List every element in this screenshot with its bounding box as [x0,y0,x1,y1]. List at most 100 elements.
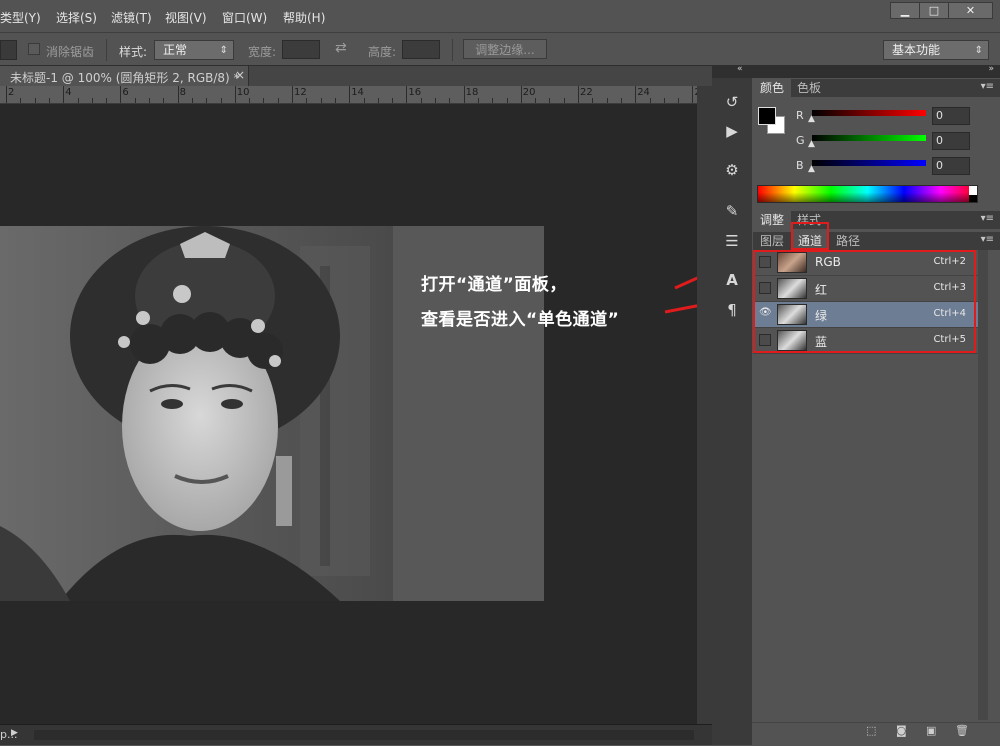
minimize-button[interactable]: ▁ [890,2,920,19]
character-icon[interactable]: A [722,270,742,290]
ruler-tick [234,86,236,103]
play-action-icon[interactable]: ▶ [722,121,742,141]
ruler-minor-tick [34,98,36,103]
menu-type[interactable]: 类型(Y) [0,9,41,26]
ruler-tick-label: 18 [465,87,479,98]
tab-layers[interactable]: 图层 [753,232,791,250]
horizontal-scrollbar[interactable] [34,730,694,740]
tab-adjustments[interactable]: 调整 [753,211,792,229]
width-label: 宽度: [248,45,277,59]
ruler-minor-tick [48,98,50,103]
style-value: 正常 [163,43,188,57]
menu-filter[interactable]: 滤镜(T) [111,9,152,26]
panel-menu-icon[interactable]: ▾≡ [981,81,994,92]
ruler-tick-label: 20 [522,87,536,98]
ruler-tick [63,86,65,103]
slider-handle-icon[interactable]: ▲ [808,114,815,124]
antialias-label: 消除锯齿 [46,45,95,59]
tab-close-icon[interactable]: × [235,68,245,82]
ruler-minor-tick [535,98,537,103]
maximize-button[interactable]: □ [919,2,949,19]
history-icon[interactable]: ↺ [722,92,742,112]
panels-header: » [752,64,1000,78]
load-selection-icon[interactable]: ⬚ [866,724,876,737]
tab-swatches[interactable]: 色板 [790,79,828,97]
color-channel-label: B [796,159,804,172]
menu-view[interactable]: 视图(V) [165,9,207,26]
color-channel-label: G [796,134,805,147]
ruler-minor-tick [206,98,208,103]
brush-icon[interactable]: ✎ [722,201,742,221]
slider-handle-icon[interactable]: ▲ [808,164,815,174]
ruler-tick-label: 16 [408,87,422,98]
ruler-minor-tick [606,98,608,103]
tab-paths[interactable]: 路径 [829,232,867,250]
ruler-minor-tick [191,98,193,103]
close-window-button[interactable]: ✕ [948,2,993,19]
tab-color[interactable]: 颜色 [753,79,792,97]
antialias-checkbox[interactable] [28,43,40,55]
color-channel-value[interactable]: 0 [932,107,970,125]
ruler-tick [635,86,637,103]
style-select[interactable]: 正常 ⇕ [154,40,234,60]
feather-field[interactable] [0,40,17,60]
save-selection-icon[interactable]: ◙ [896,724,907,737]
vertical-scrollbar[interactable] [697,86,712,724]
status-arrow-icon[interactable]: ▶ [11,728,18,738]
workspace-select[interactable]: 基本功能 ⇕ [883,40,989,60]
swap-icon[interactable]: ⇄ [335,40,347,56]
ruler-minor-tick [392,98,394,103]
paragraph-icon[interactable]: ¶ [722,300,742,320]
ruler-tick [692,86,694,103]
ruler-tick [292,86,293,103]
color-channel-value[interactable]: 0 [932,132,970,150]
ruler-tick-label: 22 [580,87,593,98]
panel-menu-icon[interactable]: ▾≡ [981,234,994,245]
expand-icon[interactable]: » [988,64,994,74]
ruler-minor-tick [363,98,365,103]
ruler-minor-tick [149,98,150,103]
grayscale-photo [0,226,393,601]
ruler-minor-tick [620,98,622,103]
delete-channel-icon[interactable]: 🗑 [955,724,969,737]
new-channel-icon[interactable]: ▣ [926,724,936,737]
adjust-sliders-icon[interactable]: ☰ [722,231,742,251]
ruler-tick [6,86,7,103]
color-channel-value[interactable]: 0 [932,157,970,175]
document-tab-title: 未标题-1 @ 100% (圆角矩形 2, RGB/8) * [10,71,240,85]
refine-edge-button[interactable]: 调整边缘... [463,39,547,59]
color-channel-slider[interactable] [812,135,926,141]
width-field[interactable] [282,40,320,59]
ruler-minor-tick [320,98,322,103]
ruler-tick [349,86,351,103]
color-spectrum-bar[interactable] [757,185,978,203]
document-tab[interactable]: 未标题-1 @ 100% (圆角矩形 2, RGB/8) * × [0,66,249,86]
slider-handle-icon[interactable]: ▲ [808,139,815,149]
height-label: 高度: [368,45,397,59]
ruler-minor-tick [477,98,479,103]
color-channel-slider[interactable] [812,160,926,166]
divider [452,39,453,61]
ruler-tick-label: 14 [351,87,364,98]
properties-icon[interactable]: ⚙ [722,160,742,180]
options-bar: 消除锯齿 样式: 正常 ⇕ 宽度: ⇄ 高度: 调整边缘... 基本功能 ⇕ [0,32,1000,66]
color-channel-label: R [796,109,804,122]
ruler-minor-tick [549,98,551,103]
ruler-minor-tick [420,98,422,103]
height-field[interactable] [402,40,440,59]
ruler-minor-tick [20,98,22,103]
ruler-minor-tick [449,98,451,103]
ruler-tick-label: 2 [8,87,15,98]
foreground-color-swatch[interactable] [758,107,776,125]
ruler-minor-tick [306,98,308,103]
menu-select[interactable]: 选择(S) [56,9,97,26]
menu-bar: 类型(Y) 选择(S) 滤镜(T) 视图(V) 窗口(W) 帮助(H) ▁ □ … [0,0,1000,32]
menu-help[interactable]: 帮助(H) [283,9,325,26]
ruler-tick-label: 4 [65,87,72,98]
panel-menu-icon[interactable]: ▾≡ [981,213,994,224]
color-channel-slider[interactable] [812,110,926,116]
channels-scrollbar[interactable] [978,250,988,720]
collapse-icon[interactable]: « [737,64,743,74]
menu-window[interactable]: 窗口(W) [222,9,267,26]
ruler-minor-tick [334,98,336,103]
